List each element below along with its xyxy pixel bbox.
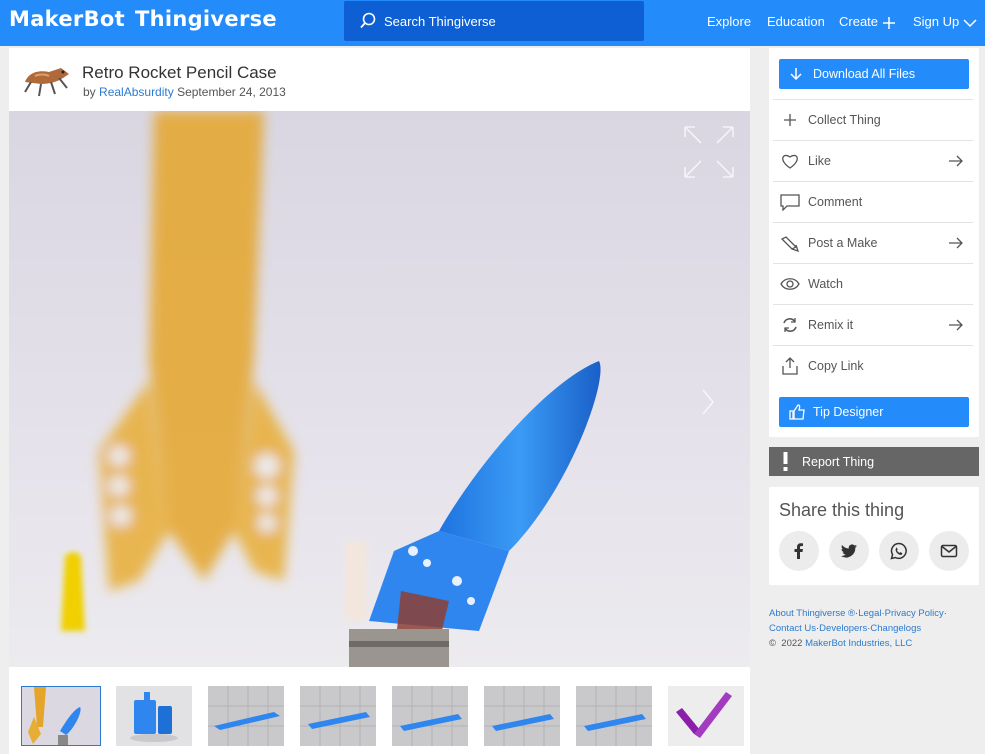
download-arrow-icon xyxy=(790,68,802,81)
report-label: Report Thing xyxy=(802,455,875,469)
footer-about-link[interactable]: About Thingiverse ® xyxy=(769,608,855,619)
footer-copyright: © 2022 MakerBot Industries, LLC xyxy=(769,636,979,651)
watch-label: Watch xyxy=(808,277,843,291)
thing-actions-panel: Download All Files Collect Thing Like Co… xyxy=(769,48,979,437)
main-image-viewer[interactable] xyxy=(9,111,750,667)
tip-designer-button[interactable]: Tip Designer xyxy=(779,397,969,427)
logo-thingiverse-text: Thingiverse xyxy=(134,7,277,31)
main-product-photo xyxy=(9,111,750,667)
logo-makerbot-text: MakerBot xyxy=(9,7,125,31)
thing-detail-card: Retro Rocket Pencil Case by RealAbsurdit… xyxy=(9,48,750,754)
thumbnail-5[interactable] xyxy=(392,686,468,746)
remix-label: Remix it xyxy=(808,318,854,332)
collect-thing-button[interactable]: Collect Thing xyxy=(773,99,973,140)
remix-icon xyxy=(783,318,797,332)
whatsapp-icon xyxy=(890,542,907,560)
thumbnail-3[interactable] xyxy=(208,686,284,746)
nav-create-label: Create xyxy=(839,14,879,29)
share-twitter-button[interactable] xyxy=(829,531,869,571)
thumbs-up-icon xyxy=(789,404,805,420)
thumbnail-2[interactable] xyxy=(116,686,192,746)
footer-company-link[interactable]: MakerBot Industries, LLC xyxy=(805,638,912,649)
thumbnail-8[interactable] xyxy=(668,686,744,746)
top-navigation-bar: MakerBot Thingiverse Search Thingiverse E… xyxy=(0,0,985,46)
arrow-right-icon xyxy=(949,237,963,249)
heart-icon xyxy=(782,154,798,169)
plus-icon xyxy=(882,16,895,29)
comment-label: Comment xyxy=(808,195,863,209)
tip-designer-label: Tip Designer xyxy=(813,405,884,419)
thumbnail-7[interactable] xyxy=(576,686,652,746)
thumbnail-strip xyxy=(9,667,750,754)
download-all-files-button[interactable]: Download All Files xyxy=(779,59,969,89)
comment-icon xyxy=(780,194,800,211)
thumbnail-6[interactable] xyxy=(484,686,560,746)
collect-label: Collect Thing xyxy=(808,113,881,127)
exclamation-icon xyxy=(783,452,788,471)
footer-separator: · xyxy=(943,608,947,619)
copyright-symbol: © xyxy=(769,638,776,649)
footer-developers-link[interactable]: Developers xyxy=(819,623,867,634)
like-label: Like xyxy=(808,154,831,168)
footer-privacy-link[interactable]: Privacy Policy xyxy=(885,608,944,619)
post-make-label: Post a Make xyxy=(808,236,878,250)
search-input[interactable]: Search Thingiverse xyxy=(344,1,644,41)
email-icon xyxy=(940,544,958,558)
share-facebook-button[interactable] xyxy=(779,531,819,571)
footer-line-2: Contact Us·Developers·Changelogs xyxy=(769,621,979,636)
nav-explore[interactable]: Explore xyxy=(707,14,751,29)
footer-contact-link[interactable]: Contact Us xyxy=(769,623,816,634)
footer-line-1: About Thingiverse ®·Legal·Privacy Policy… xyxy=(769,606,979,621)
nav-create[interactable]: Create xyxy=(839,14,896,30)
watch-button[interactable]: Watch xyxy=(773,263,973,304)
download-label: Download All Files xyxy=(813,67,916,81)
share-email-button[interactable] xyxy=(929,531,969,571)
thing-byline: by RealAbsurdity September 24, 2013 xyxy=(83,85,286,99)
designer-avatar[interactable] xyxy=(21,60,71,100)
share-upload-icon xyxy=(782,357,798,375)
chevron-down-icon xyxy=(963,19,977,27)
search-placeholder: Search Thingiverse xyxy=(384,14,496,29)
share-whatsapp-button[interactable] xyxy=(879,531,919,571)
like-button[interactable]: Like xyxy=(773,140,973,181)
share-heading: Share this thing xyxy=(779,500,905,520)
post-a-make-button[interactable]: Post a Make xyxy=(773,222,973,263)
thing-title: Retro Rocket Pencil Case xyxy=(82,63,277,82)
facebook-icon xyxy=(794,543,803,559)
page-footer: About Thingiverse ®·Legal·Privacy Policy… xyxy=(769,606,979,651)
remix-it-button[interactable]: Remix it xyxy=(773,304,973,345)
byline-by: by xyxy=(83,85,96,99)
thumbnail-1[interactable] xyxy=(21,686,101,746)
twitter-icon xyxy=(841,544,857,558)
copy-link-button[interactable]: Copy Link xyxy=(773,345,973,386)
nav-sign-up-label: Sign Up xyxy=(913,14,960,29)
makerbot-thingiverse-logo[interactable]: MakerBot Thingiverse xyxy=(9,7,277,31)
search-icon xyxy=(360,12,376,29)
copyright-year: 2022 xyxy=(781,638,803,649)
copy-link-label: Copy Link xyxy=(808,359,864,373)
thumbnail-4[interactable] xyxy=(300,686,376,746)
comment-button[interactable]: Comment xyxy=(773,181,973,222)
nav-education[interactable]: Education xyxy=(767,14,825,29)
make-tool-icon xyxy=(780,236,800,252)
author-link[interactable]: RealAbsurdity xyxy=(99,85,174,99)
arrow-right-icon xyxy=(949,319,963,331)
report-thing-button[interactable]: Report Thing xyxy=(769,447,979,476)
footer-legal-link[interactable]: Legal xyxy=(858,608,881,619)
publish-date: September 24, 2013 xyxy=(177,85,286,99)
nav-sign-up[interactable]: Sign Up xyxy=(913,14,977,29)
plus-icon xyxy=(784,114,796,126)
share-panel: Share this thing xyxy=(769,487,979,585)
eye-icon xyxy=(780,278,800,290)
arrow-right-icon xyxy=(949,155,963,167)
footer-changelogs-link[interactable]: Changelogs xyxy=(870,623,921,634)
